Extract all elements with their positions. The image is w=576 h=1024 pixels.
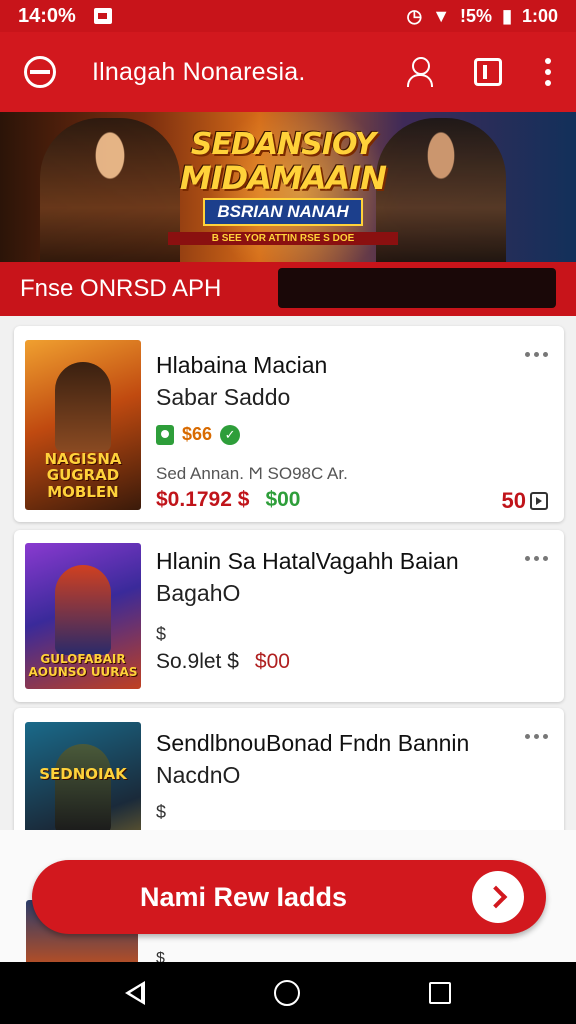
section-title: Fnse ONRSD APH bbox=[20, 275, 222, 302]
list-item[interactable]: SEDNOIAK SendlbnouBonad Fndn Bannin Nacd… bbox=[14, 708, 564, 830]
item-thumbnail: GULOFABAIR AOUNSO UURAS bbox=[25, 543, 141, 689]
list-item[interactable]: GULOFABAIR AOUNSO UURAS Hlanin Sa HatalV… bbox=[14, 530, 564, 702]
item-price: So.9let $ bbox=[156, 650, 239, 673]
system-nav-bar bbox=[0, 962, 576, 1024]
recents-icon[interactable] bbox=[429, 982, 452, 1004]
promo-banner[interactable]: SEDANSIOY MIDAMAAIN BSRIAN NANAH B SEE Y… bbox=[0, 112, 576, 262]
item-price-row: So.9let $ $00 bbox=[156, 650, 290, 674]
thumb-label: NAGISNA GUGRAD MOBLEN bbox=[44, 449, 122, 501]
item-menu-button[interactable] bbox=[525, 734, 548, 739]
alarm-icon: ◷ bbox=[406, 5, 423, 26]
item-count[interactable]: 50 bbox=[502, 488, 548, 514]
list-item[interactable]: NAGISNA GUGRAD MOBLEN Hlabaina Macian Sa… bbox=[14, 326, 564, 522]
battery-percent: !5% bbox=[460, 5, 493, 26]
cta-button[interactable]: Nami Rew Iadds bbox=[32, 860, 546, 934]
home-icon[interactable] bbox=[273, 980, 300, 1006]
item-thumbnail: SEDNOIAK bbox=[25, 722, 141, 830]
app-bar: Ilnagah Nonaresia. bbox=[0, 32, 576, 112]
item-subtitle: NacdnO bbox=[156, 762, 241, 788]
item-currency: $ bbox=[156, 802, 167, 822]
item-subtitle: BagahO bbox=[156, 580, 241, 606]
item-price-row: $0.1792 $ $00 bbox=[156, 488, 300, 512]
item-tags: $66 ✓ bbox=[156, 424, 241, 445]
chevron-right-icon bbox=[472, 871, 524, 923]
back-icon[interactable] bbox=[124, 981, 145, 1005]
item-currency-peek: $ bbox=[156, 950, 165, 962]
item-price-tag: $66 bbox=[182, 424, 213, 444]
thumb-figure bbox=[55, 362, 111, 452]
app-title: Ilnagah Nonaresia. bbox=[92, 57, 306, 86]
banner-subtitle: BSRIAN NANAH bbox=[203, 198, 363, 226]
status-time: 14:0% bbox=[18, 4, 76, 27]
gallery-notification-icon bbox=[93, 8, 112, 24]
status-clock: 1:00 bbox=[521, 5, 558, 26]
item-thumbnail: NAGISNA GUGRAD MOBLEN bbox=[25, 340, 141, 510]
more-icon[interactable] bbox=[544, 58, 552, 86]
item-menu-button[interactable] bbox=[525, 556, 548, 561]
thumb-label: SEDNOIAK bbox=[39, 764, 127, 783]
banner-tagline: B SEE YOR ATTIN RSE S DOE bbox=[168, 232, 398, 245]
item-subtitle: Sabar Saddo bbox=[156, 384, 291, 410]
section-header: Fnse ONRSD APH bbox=[0, 262, 576, 316]
play-icon bbox=[530, 492, 548, 510]
app-logo-icon[interactable] bbox=[24, 56, 56, 88]
item-title: Hlabaina Macian bbox=[156, 352, 328, 378]
user-icon[interactable] bbox=[406, 57, 433, 87]
item-count-value: 50 bbox=[501, 488, 526, 513]
section-search-box[interactable] bbox=[278, 268, 556, 308]
item-price: $0.1792 $ bbox=[156, 488, 250, 511]
tag-icon bbox=[156, 424, 174, 445]
banner-title-line2: MIDAMAAIN bbox=[179, 159, 387, 197]
item-discount-price: $00 bbox=[265, 488, 301, 511]
wifi-icon: ▼ bbox=[432, 5, 451, 26]
thumb-figure bbox=[55, 565, 111, 655]
status-bar: 14:0% ◷ ▼ !5% ▮ 1:00 bbox=[0, 0, 576, 32]
cta-label: Nami Rew Iadds bbox=[140, 881, 348, 912]
battery-icon: ▮ bbox=[502, 5, 512, 26]
verified-icon: ✓ bbox=[220, 424, 241, 445]
bottom-action-area: $ Nami Rew Iadds bbox=[0, 830, 576, 962]
item-meta: Sed Annan. Ϻ SO98C Ar. bbox=[156, 464, 348, 483]
item-menu-button[interactable] bbox=[525, 352, 548, 357]
item-discount-price: $00 bbox=[254, 650, 290, 673]
thumb-label: GULOFABAIR AOUNSO UURAS bbox=[28, 651, 138, 679]
product-list: NAGISNA GUGRAD MOBLEN Hlabaina Macian Sa… bbox=[0, 316, 576, 830]
cart-icon[interactable] bbox=[474, 58, 502, 86]
banner-title-line1: SEDANSIOY bbox=[190, 127, 376, 162]
item-title: SendlbnouBonad Fndn Bannin bbox=[156, 730, 470, 756]
item-title: Hlanin Sa HatalVagahh Baian bbox=[156, 548, 459, 574]
banner-hero-left bbox=[40, 118, 180, 262]
thumb-figure bbox=[55, 744, 111, 830]
banner-text: SEDANSIOY MIDAMAAIN BSRIAN NANAH B SEE Y… bbox=[168, 130, 398, 245]
item-currency: $ bbox=[156, 624, 167, 644]
